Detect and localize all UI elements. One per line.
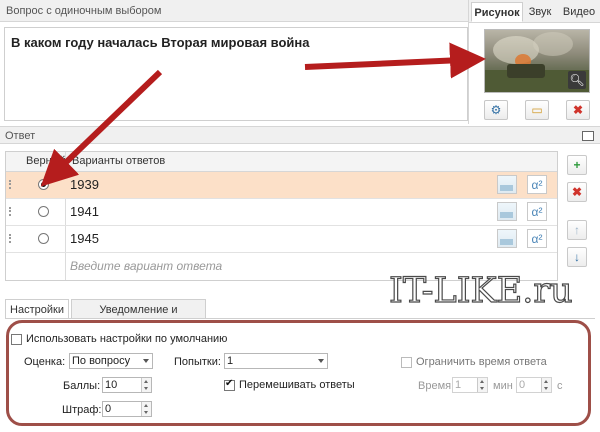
table-row[interactable]: 1945 α² <box>6 226 557 253</box>
new-answer-input[interactable]: Введите вариант ответа <box>70 253 222 279</box>
use-defaults-label: Использовать настройки по умолчанию <box>26 333 228 345</box>
delete-picture-button[interactable]: ✖ <box>566 100 590 120</box>
seconds-label: с <box>557 380 563 392</box>
delete-answer-button[interactable]: ✖ <box>567 182 587 202</box>
stepper-arrows-icon[interactable] <box>477 378 487 392</box>
attempts-value: 1 <box>227 355 234 367</box>
formula-icon[interactable]: α² <box>527 175 547 194</box>
watermark-logo: IT-LIKE.ru <box>388 270 573 311</box>
shuffle-checkbox[interactable] <box>224 378 235 391</box>
collapse-icon[interactable] <box>582 131 594 141</box>
tab-settings[interactable]: Настройки <box>5 299 69 319</box>
drag-handle-icon[interactable] <box>9 180 13 189</box>
grading-value: По вопросу <box>72 355 131 367</box>
media-tabs: Рисунок Звук Видео <box>469 0 600 23</box>
stepper-arrows-icon[interactable] <box>541 378 551 392</box>
correct-radio[interactable] <box>38 179 49 190</box>
time-label: Время: <box>418 380 455 392</box>
formula-icon[interactable]: α² <box>527 229 547 248</box>
folder-icon: ▭ <box>531 103 543 117</box>
drag-handle-icon[interactable] <box>9 207 13 216</box>
image-icon[interactable] <box>497 175 517 194</box>
thumb-smoke <box>533 32 573 56</box>
picture-settings-button[interactable]: ⚙ <box>484 100 508 120</box>
points-label: Баллы: <box>63 380 101 392</box>
attempts-label: Попытки: <box>174 356 221 368</box>
correct-radio[interactable] <box>38 206 49 217</box>
column-correct: Верный <box>26 155 66 167</box>
points-value: 10 <box>105 379 118 391</box>
limit-time-checkbox[interactable] <box>401 357 412 368</box>
image-icon[interactable] <box>497 229 517 248</box>
time-minutes-value: 1 <box>455 379 462 391</box>
media-panel: Рисунок Звук Видео 🔍︎ ⚙ ▭ ✖ <box>468 0 600 124</box>
tab-notification-branching[interactable]: Уведомление и ветвление <box>71 299 206 336</box>
shuffle-label: Перемешивать ответы <box>239 379 355 391</box>
question-text-input[interactable]: В каком году началась Вторая мировая вой… <box>4 27 468 121</box>
arrow-down-icon: ↓ <box>574 250 580 264</box>
use-defaults-checkbox[interactable] <box>11 334 22 345</box>
arrow-up-icon: ↑ <box>574 223 580 237</box>
table-header: Верный Варианты ответов <box>6 152 557 172</box>
points-stepper[interactable]: 10 <box>102 377 152 393</box>
time-minutes-stepper[interactable]: 1 <box>452 377 488 393</box>
question-header: Вопрос с одиночным выбором <box>0 0 468 22</box>
answer-header: Ответ <box>0 126 600 144</box>
chevron-down-icon <box>318 359 324 363</box>
thumb-tank <box>507 64 545 78</box>
stepper-arrows-icon[interactable] <box>141 378 151 392</box>
chevron-down-icon <box>143 359 149 363</box>
limit-time-label: Ограничить время ответа <box>416 356 547 368</box>
close-icon: ✖ <box>571 185 583 199</box>
minutes-label: мин <box>493 380 513 392</box>
answer-text[interactable]: 1945 <box>70 226 99 252</box>
correct-radio[interactable] <box>38 233 49 244</box>
penalty-value: 0 <box>105 403 112 415</box>
gear-icon: ⚙ <box>490 103 502 117</box>
answer-header-label: Ответ <box>5 130 36 142</box>
time-seconds-value: 0 <box>519 379 526 391</box>
table-row[interactable]: 1941 α² <box>6 199 557 226</box>
image-icon[interactable] <box>497 202 517 221</box>
tab-picture[interactable]: Рисунок <box>471 2 523 22</box>
formula-icon[interactable]: α² <box>527 202 547 221</box>
penalty-stepper[interactable]: 0 <box>102 401 152 417</box>
attempts-select[interactable]: 1 <box>224 353 328 369</box>
stepper-arrows-icon[interactable] <box>141 402 151 416</box>
grading-select[interactable]: По вопросу <box>69 353 153 369</box>
answer-text[interactable]: 1939 <box>70 172 99 198</box>
time-seconds-stepper[interactable]: 0 <box>516 377 552 393</box>
answers-table: Верный Варианты ответов 1939 α² 1941 α² … <box>5 151 558 281</box>
move-up-button[interactable]: ↑ <box>567 220 587 240</box>
drag-handle-icon[interactable] <box>9 234 13 243</box>
grading-label: Оценка: <box>24 356 66 368</box>
tab-video[interactable]: Видео <box>559 2 599 22</box>
tab-sound[interactable]: Звук <box>525 2 555 22</box>
move-down-button[interactable]: ↓ <box>567 247 587 267</box>
add-answer-button[interactable]: + <box>567 155 587 175</box>
answer-text[interactable]: 1941 <box>70 199 99 225</box>
close-icon: ✖ <box>572 103 584 117</box>
column-variants: Варианты ответов <box>72 155 166 167</box>
open-picture-button[interactable]: ▭ <box>525 100 549 120</box>
zoom-icon[interactable]: 🔍︎ <box>568 71 586 89</box>
penalty-label: Штраф: <box>62 404 102 416</box>
picture-thumbnail[interactable]: 🔍︎ <box>484 29 590 93</box>
plus-icon: + <box>573 158 581 172</box>
table-row[interactable]: 1939 α² <box>6 172 557 199</box>
